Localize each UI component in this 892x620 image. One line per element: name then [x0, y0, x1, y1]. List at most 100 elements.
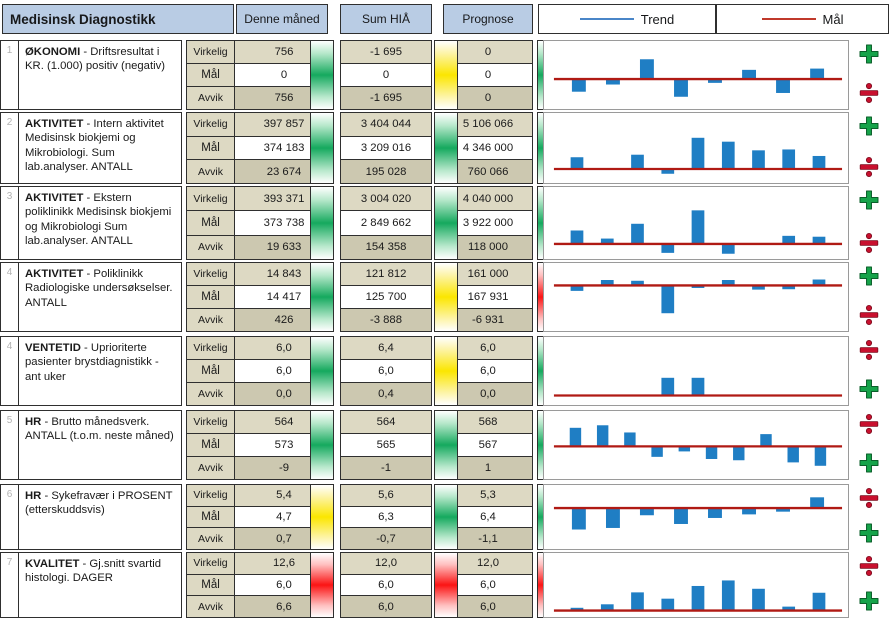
status-light-ytd: [434, 112, 458, 184]
row-description: HR - Sykefravær i PROSENT (etterskuddsvi…: [18, 484, 182, 550]
metric-row-target: 6,0: [341, 574, 431, 597]
legend-target: Mål: [716, 4, 889, 34]
row-description: AKTIVITET - Intern aktivitet Medisinsk b…: [18, 112, 182, 184]
red-divide-icon: [858, 487, 880, 512]
status-light-ytd: [434, 336, 458, 406]
table-row[interactable]: 4 VENTETID - Uprioriterte pasienter bryst…: [0, 336, 892, 406]
row-description: HR - Brutto månedsverk. ANTALL (t.o.m. n…: [18, 410, 182, 480]
row-category: VENTETID: [25, 342, 81, 354]
metric-label-actual: Virkelig: [187, 263, 235, 285]
metric-label-actual: Virkelig: [187, 113, 235, 136]
status-icon-group: [849, 262, 889, 332]
metric-row-deviation: 195 028: [341, 160, 431, 184]
metric-label-target: Mål: [187, 64, 235, 86]
metric-value-ytd-deviation: 0,4: [341, 383, 431, 405]
metric-label-target: Mål: [187, 211, 235, 235]
status-icon-group: [849, 410, 889, 480]
table-row[interactable]: 2 AKTIVITET - Intern aktivitet Medisinsk …: [0, 112, 892, 184]
red-divide-icon: [858, 232, 880, 257]
red-divide-icon: [858, 339, 880, 364]
metric-label-deviation: Avvik: [187, 160, 235, 184]
metric-label-target: Mål: [187, 286, 235, 308]
row-description: ØKONOMI - Driftsresultat i KR. (1.000) p…: [18, 40, 182, 110]
table-row[interactable]: 4 AKTIVITET - Poliklinikk Radiologiske un…: [0, 262, 892, 332]
metric-label-target: Mål: [187, 136, 235, 160]
row-category: AKTIVITET: [25, 268, 84, 280]
metric-value-ytd-actual: 6,4: [341, 337, 431, 359]
row-category: HR: [25, 416, 42, 428]
metric-value-ytd-actual: 3 404 044: [341, 113, 431, 136]
metric-label-actual: Virkelig: [187, 553, 235, 574]
metric-value-ytd-actual: 12,0: [341, 553, 431, 574]
green-plus-icon: [858, 43, 880, 68]
page-title: Medisinsk Diagnostikk: [2, 4, 234, 34]
table-row[interactable]: 3 AKTIVITET - Ekstern poliklinikk Medisin…: [0, 186, 892, 260]
metric-value-ytd-actual: 121 812: [341, 263, 431, 285]
green-plus-icon: [858, 378, 880, 403]
status-icon-group: [849, 552, 889, 618]
dashboard-sheet: Medisinsk Diagnostikk Denne måned Sum HI…: [0, 0, 892, 620]
metric-value-ytd-target: 125 700: [341, 286, 431, 308]
status-light-month: [310, 410, 334, 480]
row-number: 1: [0, 40, 18, 110]
metric-label-deviation: Avvik: [187, 87, 235, 109]
row-description: VENTETID - Uprioriterte pasienter brystd…: [18, 336, 182, 406]
trend-chart: [543, 336, 849, 406]
metric-value-ytd-actual: 5,6: [341, 485, 431, 506]
metric-label-deviation: Avvik: [187, 309, 235, 331]
status-light-month: [310, 552, 334, 618]
trend-chart: [543, 186, 849, 260]
status-light-ytd: [434, 552, 458, 618]
status-light-ytd: [434, 410, 458, 480]
red-divide-icon: [858, 156, 880, 181]
metric-value-ytd-target: 6,3: [341, 506, 431, 528]
green-plus-icon: [858, 189, 880, 214]
row-description: KVALITET - Gj.snitt svartid histologi. D…: [18, 552, 182, 618]
table-row[interactable]: 6 HR - Sykefravær i PROSENT (etterskuddsv…: [0, 484, 892, 550]
metric-row-deviation: -1 695: [341, 87, 431, 109]
metric-row-actual: -1 695: [341, 41, 431, 64]
row-category: KVALITET: [25, 558, 80, 570]
status-icon-group: [849, 484, 889, 550]
metric-row-actual: 564: [341, 411, 431, 434]
metric-label-deviation: Avvik: [187, 383, 235, 405]
trend-chart: [543, 484, 849, 550]
status-light-ytd: [434, 262, 458, 332]
metric-value-ytd-actual: 564: [341, 411, 431, 433]
metric-value-ytd-actual: 3 004 020: [341, 187, 431, 211]
table-row[interactable]: 1 ØKONOMI - Driftsresultat i KR. (1.000) …: [0, 40, 892, 110]
table-row[interactable]: 5 HR - Brutto månedsverk. ANTALL (t.o.m. …: [0, 410, 892, 480]
metric-label-target: Mål: [187, 360, 235, 382]
metric-value-ytd-deviation: 195 028: [341, 160, 431, 184]
metric-value-ytd-deviation: -1 695: [341, 87, 431, 109]
metric-row-deviation: -1: [341, 457, 431, 479]
green-plus-icon: [858, 265, 880, 290]
green-plus-icon: [858, 452, 880, 477]
metric-label-actual: Virkelig: [187, 411, 235, 433]
metric-row-target: 3 209 016: [341, 136, 431, 161]
status-light-month: [310, 484, 334, 550]
column-header-forecast: Prognose: [443, 4, 533, 34]
metric-row-target: 0: [341, 64, 431, 87]
row-description-text: - Sykefravær i PROSENT (etterskuddsvis): [25, 490, 173, 517]
status-light-ytd: [434, 186, 458, 260]
metric-label-actual: Virkelig: [187, 41, 235, 63]
row-description-text: - Brutto månedsverk. ANTALL (t.o.m. nest…: [25, 416, 174, 443]
status-light-month: [310, 336, 334, 406]
table-row[interactable]: 7 KVALITET - Gj.snitt svartid histologi. …: [0, 552, 892, 618]
trend-chart: [543, 410, 849, 480]
red-divide-icon: [858, 304, 880, 329]
green-plus-icon: [858, 115, 880, 140]
row-category: AKTIVITET: [25, 118, 84, 130]
metric-value-ytd-target: 0: [341, 64, 431, 86]
row-number: 3: [0, 186, 18, 260]
metric-row-target: 6,3: [341, 506, 431, 529]
row-number: 5: [0, 410, 18, 480]
status-icon-group: [849, 186, 889, 260]
row-category: HR: [25, 490, 42, 502]
metric-row-actual: 3 404 044: [341, 113, 431, 137]
status-light-month: [310, 40, 334, 110]
metric-label-actual: Virkelig: [187, 337, 235, 359]
metric-row-actual: 3 004 020: [341, 187, 431, 212]
row-number: 4: [0, 336, 18, 406]
